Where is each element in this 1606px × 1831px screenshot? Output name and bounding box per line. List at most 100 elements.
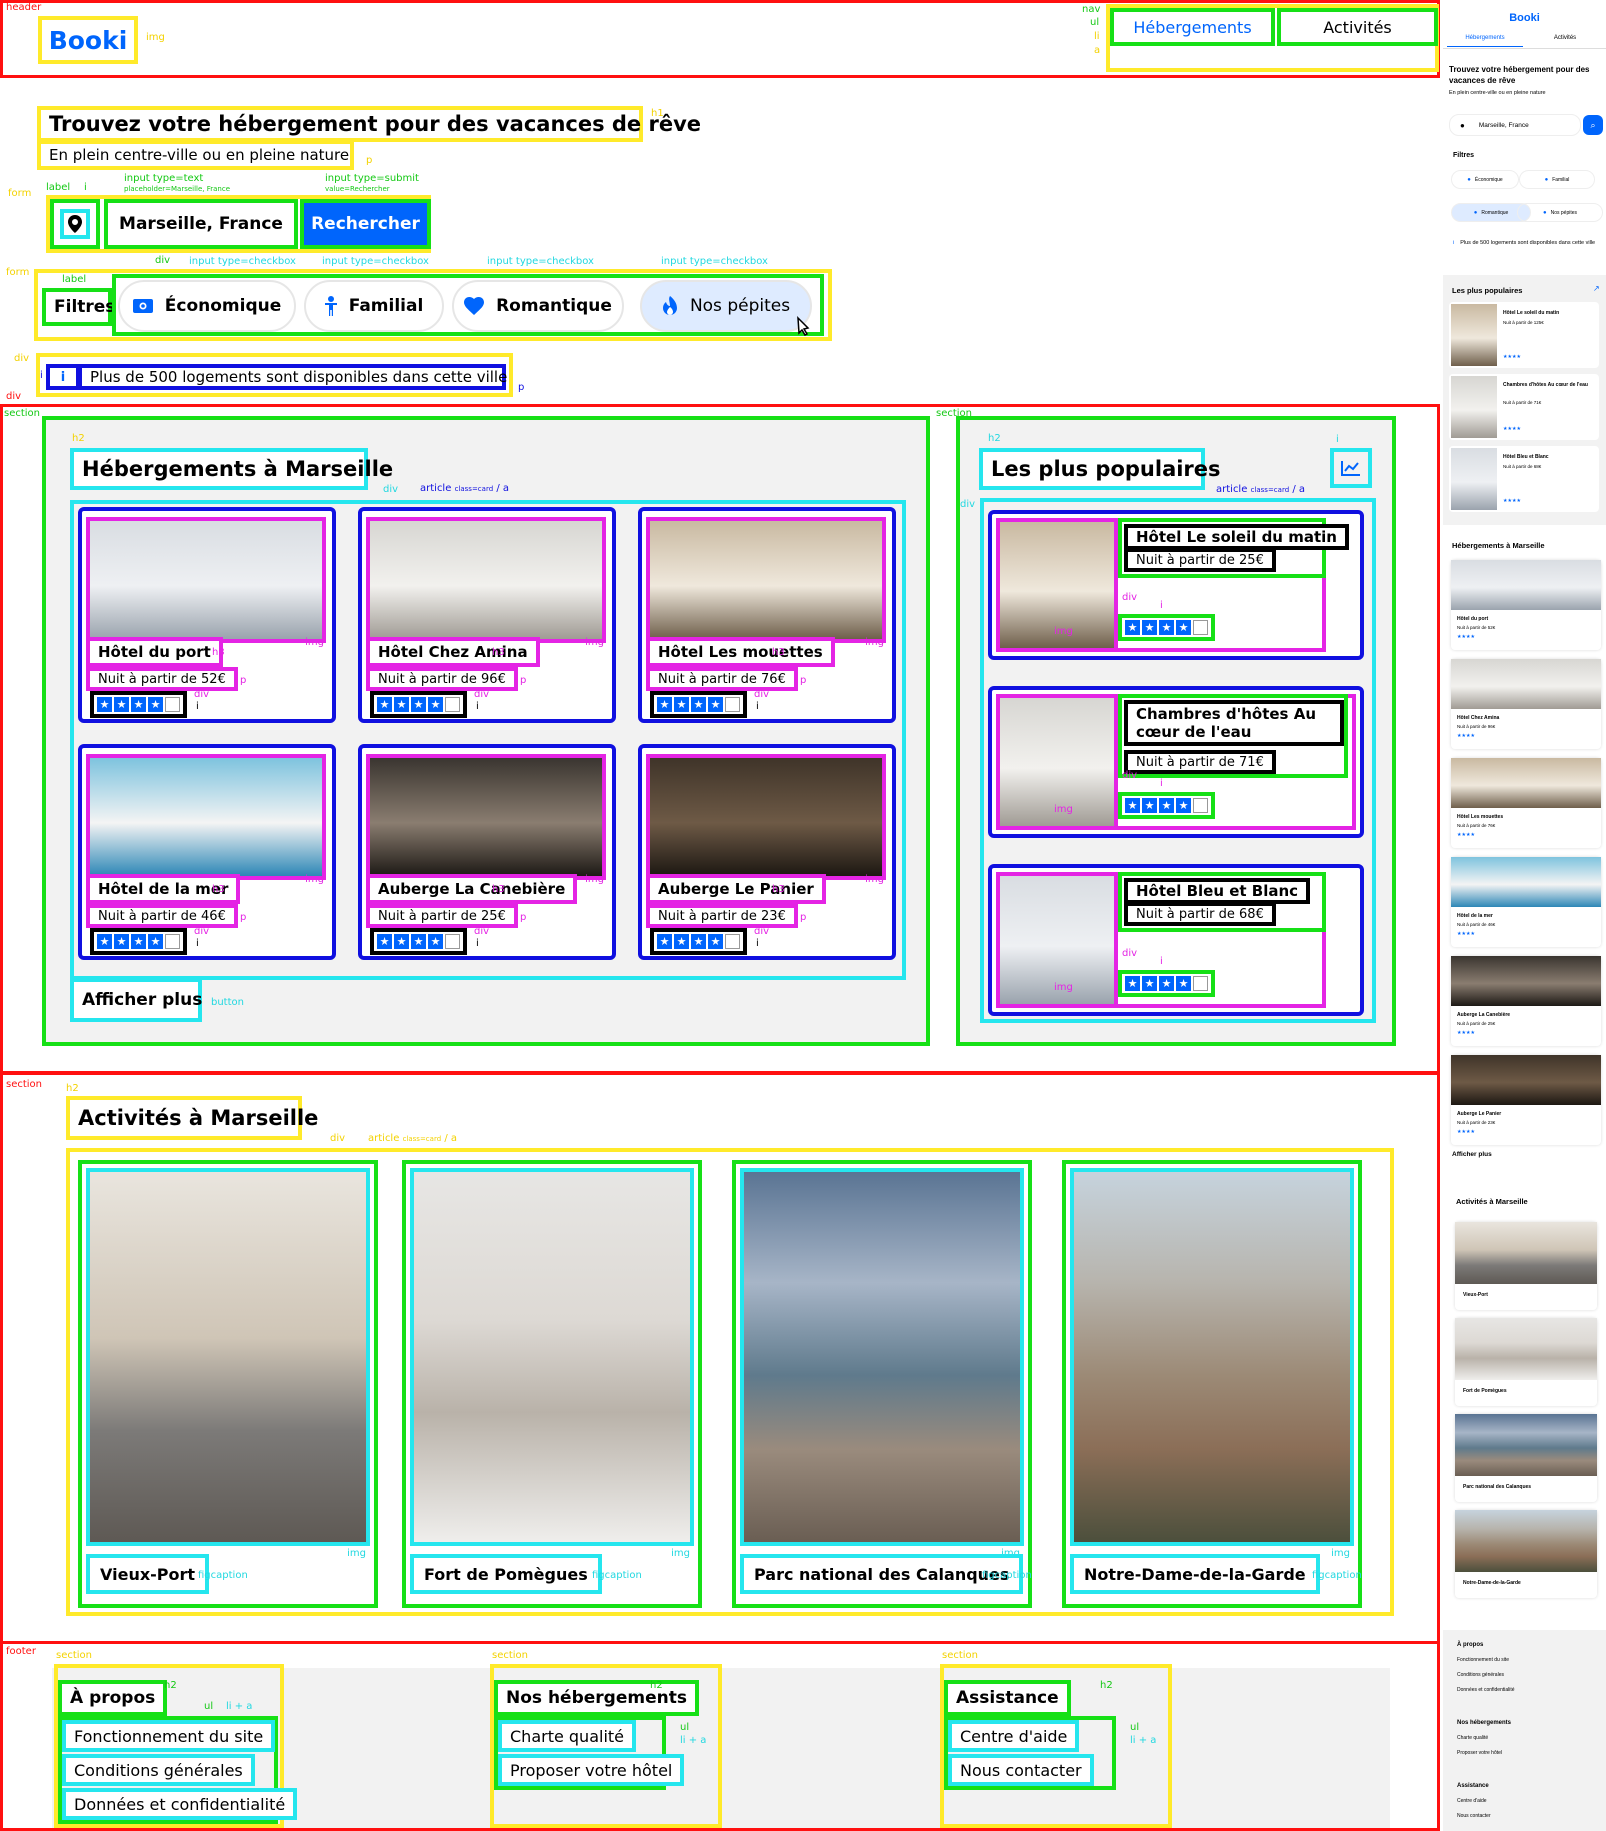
mobile-acc-card[interactable]: Hôtel du port Nuit à partir de 52€ ★★★★	[1451, 560, 1601, 650]
footer-link[interactable]: Fonctionnement du site	[62, 1720, 276, 1752]
activity-card[interactable]: img Fort de Pomègues figcaption	[402, 1160, 702, 1608]
filter-romantique[interactable]: Romantique	[452, 280, 624, 332]
mobile-activity-card[interactable]: Notre-Dame-de-la-Garde	[1455, 1510, 1597, 1598]
filter-familial[interactable]: Familial	[304, 280, 444, 332]
mobile-footer-link[interactable]: Centre d'aide	[1457, 1798, 1487, 1804]
mobile-filters-label: Filtres	[1453, 152, 1475, 159]
mobile-nav-activites[interactable]: Activités	[1535, 35, 1595, 41]
popular-price-text: Nuit à partir de 68€	[1136, 906, 1264, 922]
mobile-acc-price: Nuit à partir de 23€	[1457, 1120, 1496, 1125]
mobile-popular-card[interactable]: Chambres d'hôtes Au cœur de l'eau Nuit à …	[1449, 374, 1599, 440]
star-icon: ★	[1159, 798, 1174, 813]
search-button[interactable]: Rechercher	[300, 199, 431, 249]
logo[interactable]: Booki	[38, 16, 138, 64]
mobile-popular-card[interactable]: Hôtel Bleu et Blanc Nuit à partir de 68€ ★…	[1449, 446, 1599, 512]
page-title: Trouvez votre hébergement pour des vacan…	[37, 106, 701, 142]
footer-link[interactable]: Centre d'aide	[948, 1720, 1080, 1752]
activity-card[interactable]: imgParc national des Calanquesfigcaption	[732, 1160, 1032, 1608]
activity-card[interactable]: img Notre-Dame-de-la-Garde figcaption	[1062, 1160, 1362, 1608]
popular-card[interactable]: img Hôtel Bleu et Blanc Nuit à partir de 6…	[988, 864, 1364, 1016]
search-input[interactable]: Marseille, France	[104, 199, 298, 249]
mobile-filter-icon: ●	[1542, 209, 1547, 216]
activity-caption: Fort de Pomègues	[410, 1554, 602, 1594]
star-icon: ★	[97, 934, 112, 949]
ann-input-text-sub: placeholder=Marseille, France	[124, 185, 231, 193]
ann-i: i	[1160, 778, 1163, 789]
mobile-footer-link[interactable]: Conditions générales	[1457, 1672, 1504, 1678]
mobile-act-title: Activités à Marseille	[1456, 1197, 1528, 1206]
nav-link-hebergements[interactable]: Hébergements	[1110, 8, 1275, 46]
ann-img: img	[347, 1548, 366, 1559]
accommodation-card[interactable]: img Auberge La Canebière h3 Nuit à partir d…	[358, 744, 616, 960]
ann-div: div	[474, 926, 490, 937]
ann-li: li + a	[1130, 1735, 1157, 1746]
accommodation-card[interactable]: img Hôtel de la mer h3 Nuit à partir de 46€…	[78, 744, 336, 960]
show-more-button[interactable]: Afficher plus	[70, 978, 202, 1022]
rating: ★ ★ ★ ★	[94, 695, 183, 714]
accommodation-price: Nuit à partir de 96€	[366, 667, 518, 691]
activity-card[interactable]: img Vieux-Port figcaption	[78, 1160, 378, 1608]
mobile-activity-card[interactable]: Vieux-Port	[1455, 1222, 1597, 1310]
rating: ★ ★ ★ ★	[1122, 618, 1211, 637]
mobile-search-button[interactable]: ⌕	[1583, 115, 1603, 135]
star-icon: ★	[394, 934, 409, 949]
star-icon: ★	[1176, 976, 1191, 991]
footer-link[interactable]: Données et confidentialité	[62, 1788, 298, 1820]
mobile-footer-link[interactable]: Proposer votre hôtel	[1457, 1750, 1502, 1756]
mobile-nav-hebergements[interactable]: Hébergements	[1455, 35, 1515, 41]
mobile-acc-card[interactable]: Auberge La Canebière Nuit à partir de 25€…	[1451, 956, 1601, 1046]
ann-h3: h3	[212, 647, 225, 658]
mobile-activity-card[interactable]: Parc national des Calanques	[1455, 1414, 1597, 1502]
footer-link[interactable]: Charte qualité	[498, 1720, 637, 1752]
popular-text: Chambres d'hôtes Au cœur de l'eau Nuit à …	[1118, 694, 1348, 778]
mobile-footer-link[interactable]: Données et confidentialité	[1457, 1687, 1515, 1693]
star-icon: ★	[394, 697, 409, 712]
ann-article-pop: article class=card / a	[1216, 484, 1306, 495]
ann-h3: h3	[772, 884, 785, 895]
accommodation-name: Hôtel Chez Amina	[366, 637, 540, 667]
filter-economique[interactable]: Économique	[118, 280, 296, 332]
mobile-footer-link[interactable]: Fonctionnement du site	[1457, 1657, 1509, 1663]
ann-label: label	[46, 182, 71, 193]
ann-ul: ul	[204, 1701, 214, 1712]
ann-img: img	[1054, 626, 1073, 637]
mobile-acc-card[interactable]: Hôtel Les mouettes Nuit à partir de 76€ ★★…	[1451, 758, 1601, 848]
accommodation-card[interactable]: img Hôtel du port h3 Nuit à partir de 52€ p ★…	[78, 507, 336, 723]
mobile-footer-link[interactable]: Nous contacter	[1457, 1813, 1491, 1819]
footer-link[interactable]: Proposer votre hôtel	[498, 1754, 685, 1786]
mobile-filter-chip[interactable]: ● Économique	[1451, 170, 1519, 189]
accommodation-name-text: Hôtel du port	[98, 643, 211, 661]
footer-link[interactable]: Conditions générales	[62, 1754, 255, 1786]
mobile-acc-card[interactable]: Hôtel de la mer Nuit à partir de 46€ ★★★★	[1451, 857, 1601, 947]
mobile-acc-card[interactable]: Auberge Le Panier Nuit à partir de 23€ ★★★…	[1451, 1055, 1601, 1145]
mobile-filter-chip[interactable]: ● Familial	[1519, 170, 1595, 189]
ann-h2-act: h2	[66, 1083, 79, 1094]
nav-link-activites[interactable]: Activités	[1277, 8, 1438, 46]
accommodation-card[interactable]: img Hôtel Chez Amina h3 Nuit à partir de 96…	[358, 507, 616, 723]
mobile-acc-card[interactable]: Hôtel Chez Amina Nuit à partir de 96€ ★★★★	[1451, 659, 1601, 749]
ann-img: img	[305, 874, 324, 885]
mobile-logo[interactable]: Booki	[1443, 12, 1606, 24]
location-pin-icon	[60, 209, 90, 239]
footer-link[interactable]: Nous contacter	[948, 1754, 1094, 1786]
info-text: Plus de 500 logements sont disponibles d…	[78, 364, 507, 390]
ann-img: img	[865, 874, 884, 885]
mobile-popular-card[interactable]: Hôtel Le soleil du matin Nuit à partir de…	[1449, 302, 1599, 368]
mobile-activity-card[interactable]: Fort de Pomègues	[1455, 1318, 1597, 1406]
mobile-filter-chip[interactable]: ● Nos pépites	[1517, 203, 1603, 222]
rating: ★ ★ ★ ★	[654, 932, 743, 951]
popular-card[interactable]: img Hôtel Le soleil du matin Nuit à partir…	[988, 510, 1364, 660]
search-label	[50, 199, 100, 249]
mobile-footer-link[interactable]: Charte qualité	[1457, 1735, 1488, 1741]
popular-card[interactable]: img Chambres d'hôtes Au cœur de l'eau Nuit…	[988, 686, 1364, 838]
accommodation-photo	[86, 754, 326, 880]
mobile-activity-photo	[1455, 1222, 1597, 1284]
accommodation-card[interactable]: img Hôtel Les mouettes h3 Nuit à partir de …	[638, 507, 896, 723]
star-icon	[1193, 620, 1208, 635]
accommodation-card[interactable]: img Auberge Le Panier h3 Nuit à partir de 2…	[638, 744, 896, 960]
mobile-popular-title: Les plus populaires	[1452, 286, 1523, 295]
mobile-more-button[interactable]: Afficher plus	[1452, 1151, 1492, 1158]
filter-nos-pepites[interactable]: Nos pépites	[640, 280, 812, 332]
mobile-stars: ★★★★	[1457, 1030, 1475, 1036]
mobile-search-input[interactable]: ● Marseille, France	[1449, 114, 1581, 136]
